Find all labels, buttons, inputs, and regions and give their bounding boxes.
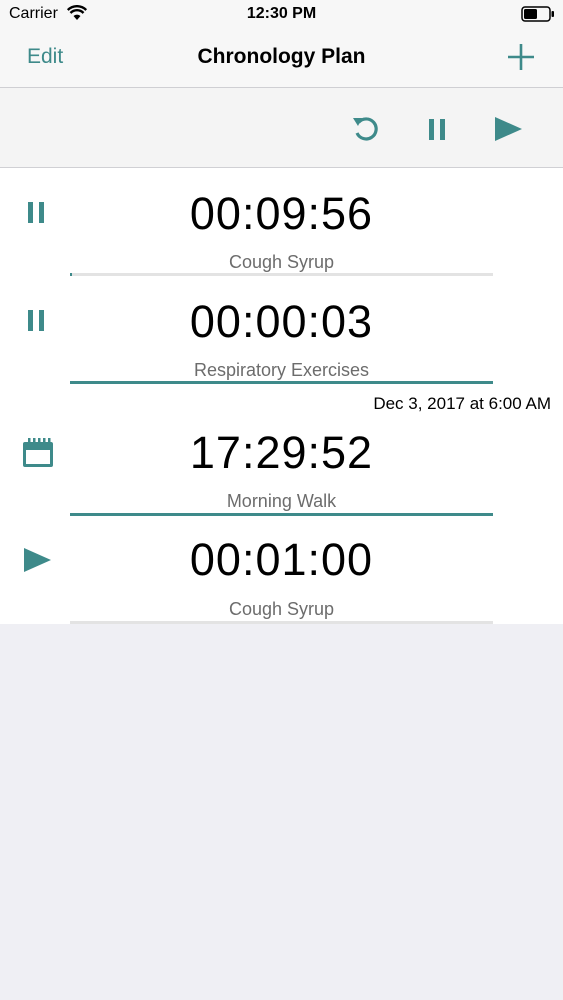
status-bar: Carrier 12:30 PM <box>0 0 563 30</box>
page-title: Chronology Plan <box>197 45 366 68</box>
timer-row[interactable]: 00:01:00 Cough Syrup <box>0 516 563 624</box>
reset-icon <box>353 117 378 141</box>
timer-row[interactable]: 00:09:56 Cough Syrup <box>0 168 563 276</box>
start-timer-button[interactable] <box>22 544 54 576</box>
pause-timer-button[interactable] <box>22 305 54 337</box>
calendar-icon <box>23 438 53 467</box>
timer-countdown: 00:01:00 <box>189 534 374 585</box>
pause-icon <box>28 202 44 223</box>
timer-row[interactable]: Dec 3, 2017 at 6:00 AM 17:29:52 Morning … <box>0 384 563 516</box>
add-button[interactable] <box>505 41 537 73</box>
pause-icon <box>28 310 44 331</box>
status-time: 12:30 PM <box>246 5 317 22</box>
timer-schedule: Dec 3, 2017 at 6:00 AM <box>373 394 551 413</box>
timer-countdown: 17:29:52 <box>189 427 374 478</box>
timer-row[interactable]: 00:00:03 Respiratory Exercises <box>0 276 563 384</box>
toolbar <box>0 88 563 168</box>
reset-all-button[interactable] <box>349 112 383 146</box>
timer-countdown: 00:09:56 <box>189 188 374 239</box>
pause-icon <box>429 119 445 140</box>
timer-progress <box>70 621 493 624</box>
timer-label: Cough Syrup <box>228 252 335 272</box>
battery-icon <box>521 6 555 27</box>
pause-timer-button[interactable] <box>22 197 54 229</box>
timer-list: 00:09:56 Cough Syrup 00:00:03 Respirator… <box>0 168 563 624</box>
pause-all-button[interactable] <box>420 112 454 146</box>
schedule-timer-button[interactable] <box>22 437 54 469</box>
plus-icon <box>508 44 534 70</box>
navigation-bar: Edit Chronology Plan <box>0 30 563 88</box>
timer-label: Respiratory Exercises <box>193 360 370 380</box>
play-all-button[interactable] <box>491 112 525 146</box>
play-icon <box>495 117 522 141</box>
play-icon <box>24 548 51 572</box>
timer-label: Cough Syrup <box>228 599 335 619</box>
timer-label: Morning Walk <box>226 491 337 511</box>
timer-countdown: 00:00:03 <box>189 296 374 347</box>
